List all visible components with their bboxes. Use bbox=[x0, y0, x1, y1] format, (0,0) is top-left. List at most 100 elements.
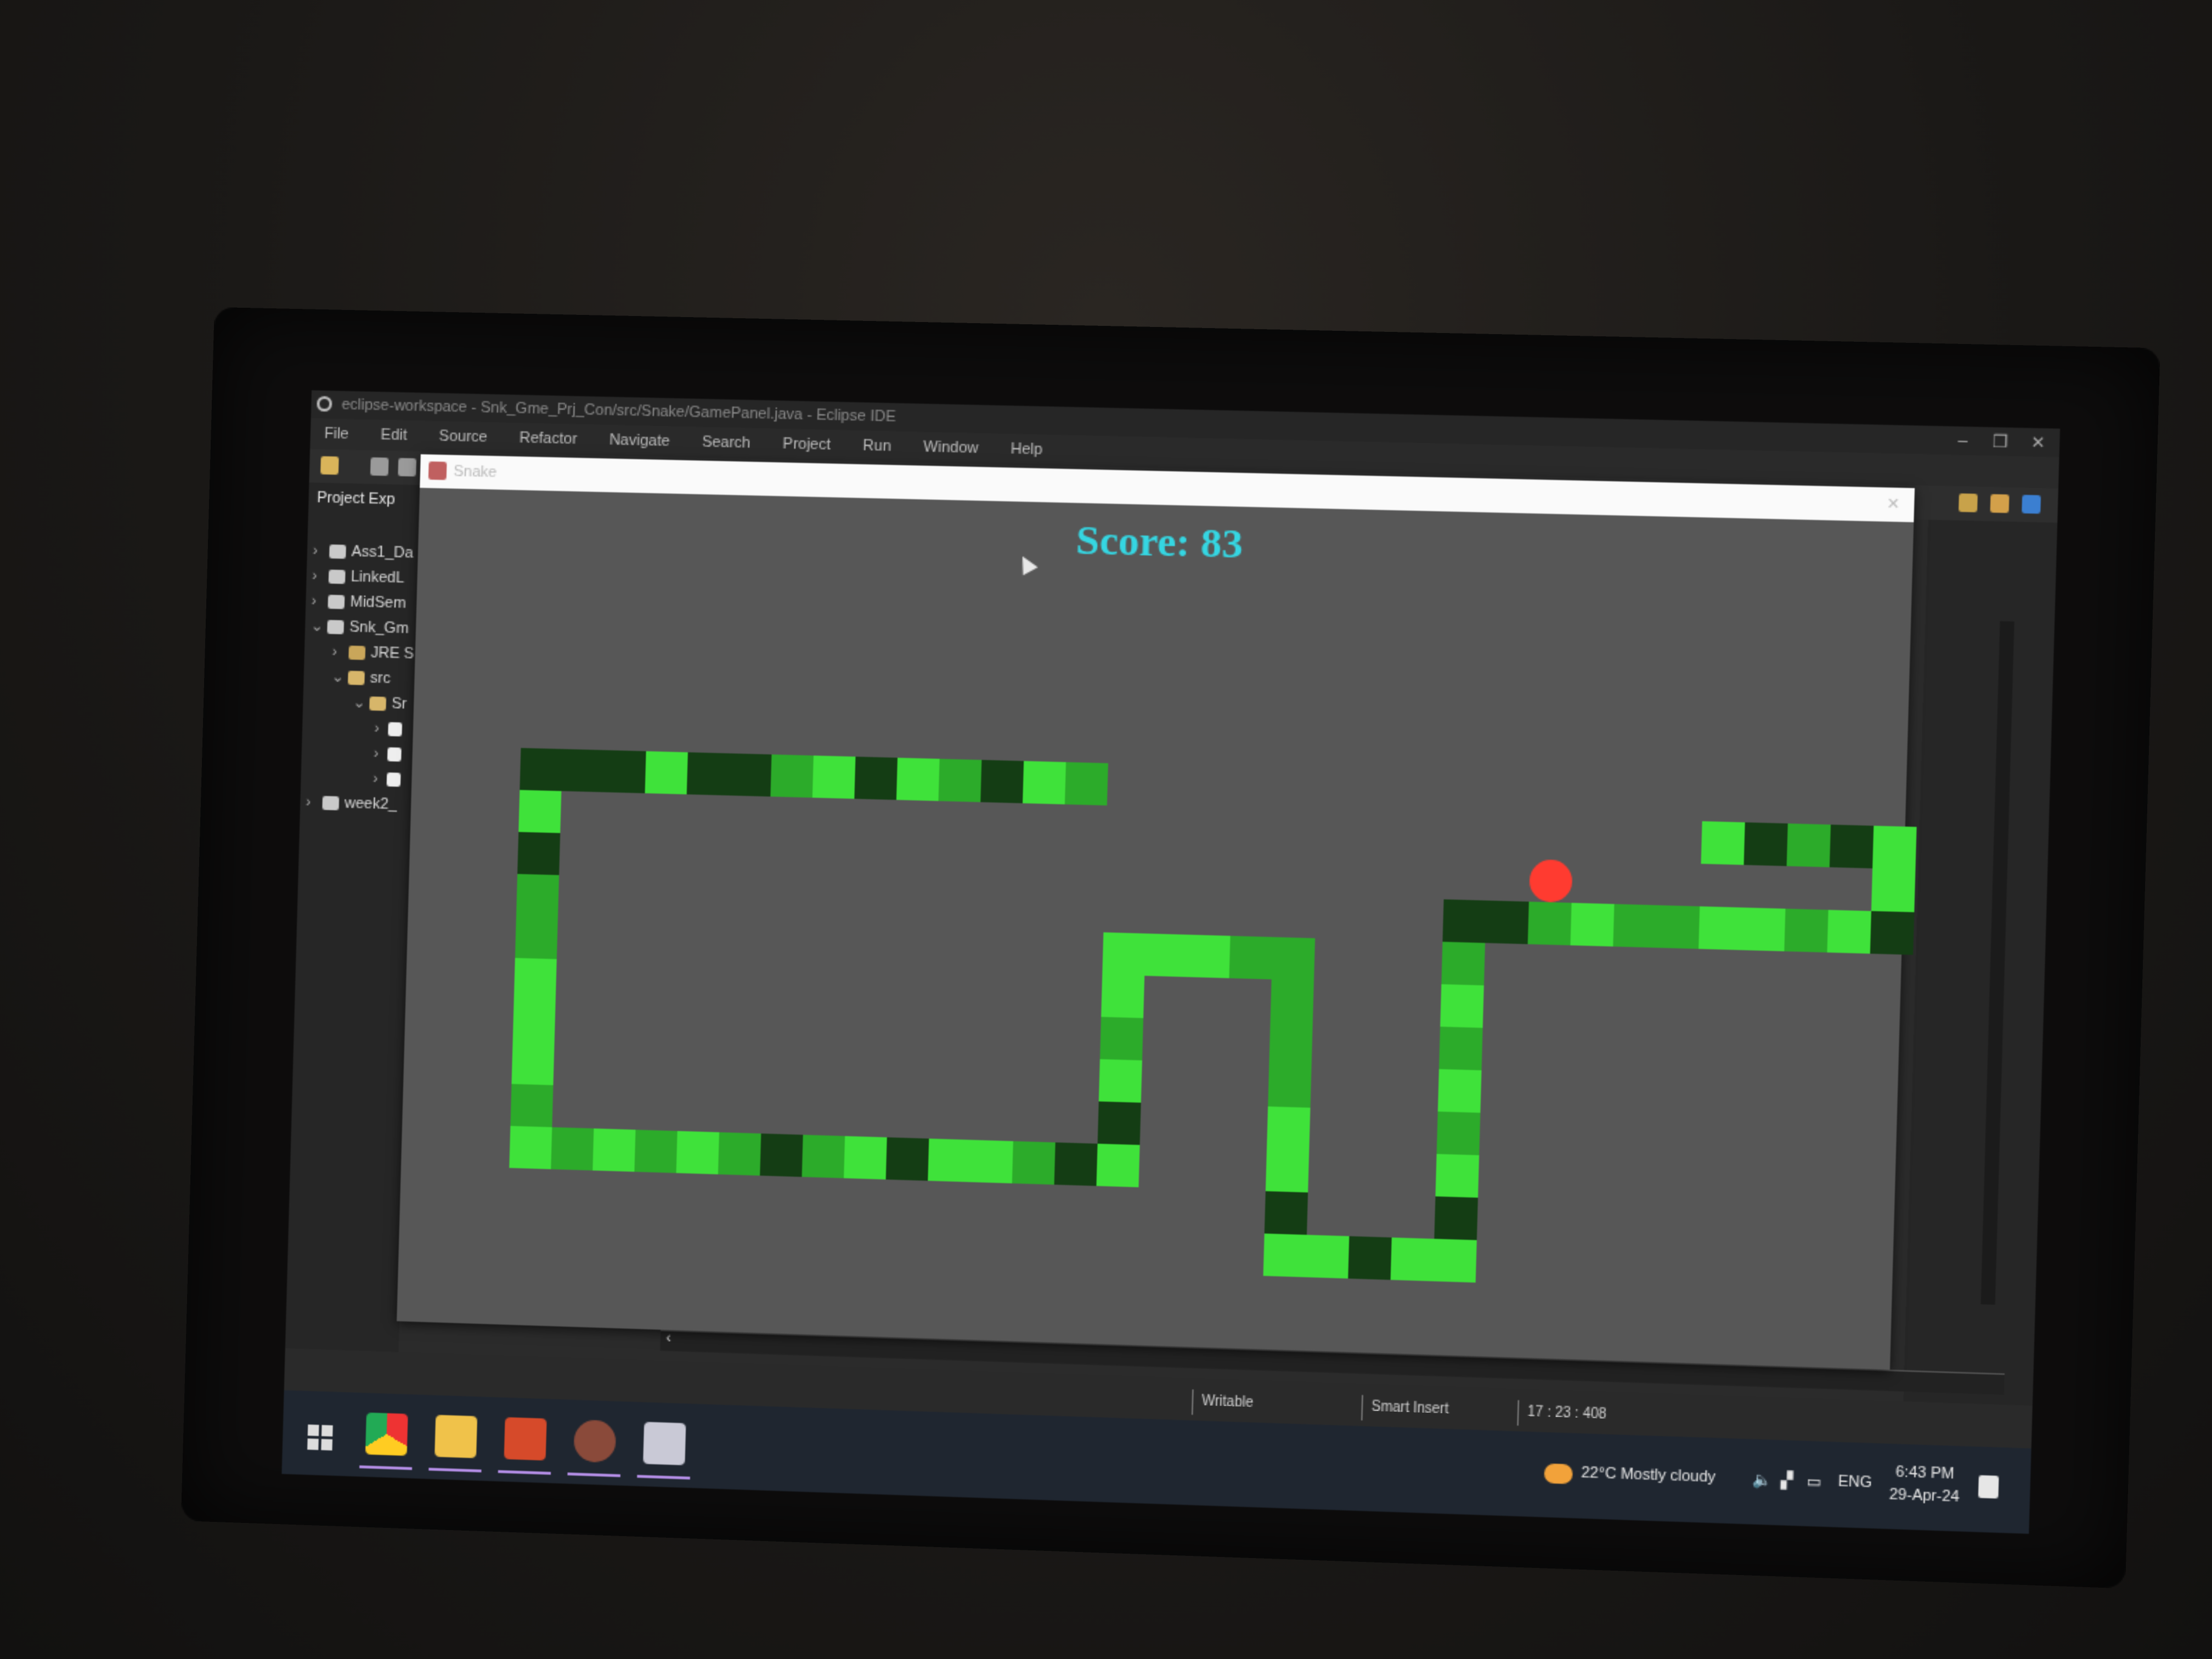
snake-segment bbox=[1269, 1022, 1313, 1065]
chevron-right-icon[interactable]: › bbox=[373, 766, 379, 792]
snake-segment bbox=[686, 752, 730, 795]
snake-segment bbox=[1265, 1149, 1310, 1193]
clock-date[interactable]: 29-Apr-24 bbox=[1889, 1486, 1960, 1505]
chrome-icon[interactable] bbox=[359, 1412, 413, 1470]
game-app-icon[interactable] bbox=[567, 1419, 620, 1477]
tree-item[interactable]: ⌄ Snk_Gm bbox=[305, 614, 419, 642]
tree-item[interactable]: › bbox=[301, 740, 415, 768]
clock-time[interactable]: 6:43 PM bbox=[1895, 1464, 1955, 1483]
snake-segment bbox=[511, 1042, 555, 1086]
snake-segment bbox=[676, 1131, 719, 1175]
chevron-right-icon[interactable]: › bbox=[306, 790, 312, 815]
perspective-icon[interactable] bbox=[1958, 493, 1978, 512]
tree-item[interactable]: › bbox=[302, 714, 416, 742]
menu-project[interactable]: Project bbox=[769, 428, 845, 461]
menu-source[interactable]: Source bbox=[425, 421, 501, 453]
powerpoint-icon[interactable] bbox=[498, 1417, 551, 1475]
chevron-down-icon[interactable]: ⌄ bbox=[331, 665, 345, 690]
snake-segment bbox=[634, 1130, 678, 1173]
snake-segment bbox=[885, 1137, 929, 1181]
minimize-button[interactable]: – bbox=[1957, 426, 1968, 455]
language-indicator[interactable]: ENG bbox=[1838, 1473, 1872, 1491]
game-board[interactable]: Score: 83 bbox=[397, 488, 1917, 1370]
tree-item[interactable]: › Ass1_Da bbox=[307, 538, 421, 566]
snake-segment bbox=[802, 1135, 845, 1178]
tree-item[interactable]: › MidSem bbox=[306, 589, 420, 617]
snake-segment bbox=[928, 1138, 972, 1182]
snake-segment bbox=[1437, 1069, 1482, 1113]
project-explorer-title[interactable]: Project Exp bbox=[308, 482, 422, 516]
network-icon[interactable]: ▞ bbox=[1781, 1471, 1793, 1491]
snake-segment bbox=[509, 1126, 552, 1170]
menu-edit[interactable]: Edit bbox=[366, 420, 421, 452]
snake-segment bbox=[1097, 1101, 1141, 1146]
menu-help[interactable]: Help bbox=[996, 433, 1057, 466]
menu-run[interactable]: Run bbox=[849, 430, 906, 462]
file-explorer-icon[interactable] bbox=[428, 1414, 482, 1472]
weather-text[interactable]: 22°C Mostly cloudy bbox=[1581, 1465, 1716, 1486]
menu-search[interactable]: Search bbox=[687, 427, 765, 459]
tree-item-label: LinkedL bbox=[350, 568, 405, 587]
save-all-icon[interactable] bbox=[398, 458, 417, 477]
tree-item[interactable]: › JRE S bbox=[304, 639, 418, 667]
snake-segment bbox=[1656, 905, 1700, 949]
snake-segment bbox=[1485, 900, 1529, 944]
snake-segment bbox=[1870, 911, 1915, 955]
chevron-right-icon[interactable]: › bbox=[312, 539, 318, 564]
chevron-right-icon[interactable]: › bbox=[312, 563, 318, 589]
chevron-right-icon[interactable]: › bbox=[373, 741, 379, 766]
editor-vertical-scrollbar[interactable] bbox=[1980, 621, 2015, 1305]
snake-segment bbox=[1271, 937, 1316, 981]
java-perspective-icon[interactable] bbox=[1990, 494, 2010, 514]
snake-segment bbox=[1101, 974, 1145, 1018]
chevron-right-icon[interactable]: › bbox=[311, 589, 317, 614]
snake-segment bbox=[728, 753, 772, 797]
chevron-right-icon[interactable]: › bbox=[332, 640, 338, 665]
notifications-icon[interactable] bbox=[1978, 1475, 1999, 1499]
snake-segment bbox=[1305, 1234, 1350, 1279]
chevron-down-icon[interactable]: ⌄ bbox=[311, 614, 324, 639]
tree-item[interactable]: › bbox=[301, 765, 415, 793]
maximize-button[interactable]: ❐ bbox=[1992, 427, 2008, 456]
snake-segment bbox=[515, 916, 558, 960]
snake-segment bbox=[1829, 825, 1874, 868]
monitor-bezel: eclipse-workspace - Snk_Gme_Prj_Con/src/… bbox=[180, 307, 2160, 1589]
snake-segment bbox=[896, 758, 940, 802]
scroll-left-icon[interactable]: ‹ bbox=[666, 1330, 672, 1347]
chevron-right-icon[interactable]: › bbox=[374, 716, 380, 741]
battery-icon[interactable]: ▭ bbox=[1806, 1472, 1821, 1491]
apple bbox=[1528, 859, 1573, 903]
snake-window-title: Snake bbox=[453, 463, 498, 482]
tree-item[interactable]: › week2_ bbox=[300, 790, 414, 818]
chevron-down-icon[interactable]: ⌄ bbox=[353, 691, 366, 716]
snake-segment bbox=[1187, 934, 1231, 979]
menu-file[interactable]: File bbox=[310, 418, 363, 450]
snake-segment bbox=[1268, 1064, 1312, 1108]
save-icon[interactable] bbox=[370, 457, 389, 476]
tree-item[interactable]: ⌄ Sr bbox=[303, 689, 417, 717]
weather-icon[interactable] bbox=[1544, 1463, 1573, 1485]
snake-segment bbox=[1099, 1017, 1144, 1060]
snake-segment bbox=[812, 755, 856, 799]
new-file-icon[interactable] bbox=[320, 456, 339, 475]
snake-game-window[interactable]: Snake ✕ Score: 83 bbox=[397, 454, 1917, 1370]
menu-window[interactable]: Window bbox=[909, 432, 993, 465]
tree-item[interactable]: › LinkedL bbox=[306, 563, 420, 591]
snake-segment bbox=[1741, 907, 1786, 951]
close-button[interactable]: ✕ bbox=[2030, 428, 2046, 457]
snake-segment bbox=[854, 757, 898, 800]
snake-close-button[interactable]: ✕ bbox=[1886, 488, 1900, 522]
windows-start-icon[interactable] bbox=[307, 1424, 333, 1451]
snake-segment bbox=[1270, 979, 1314, 1023]
tree-item[interactable]: ⌄ src bbox=[303, 664, 417, 692]
menu-navigate[interactable]: Navigate bbox=[595, 425, 684, 458]
snake-segment bbox=[1229, 935, 1273, 980]
menu-refactor[interactable]: Refactor bbox=[505, 422, 592, 455]
snake-segment bbox=[1102, 932, 1146, 976]
java-app-icon[interactable] bbox=[637, 1421, 690, 1480]
project-folder-icon bbox=[328, 595, 345, 610]
volume-icon[interactable]: 🔈 bbox=[1752, 1470, 1772, 1489]
snake-segment bbox=[1438, 1026, 1483, 1070]
debug-perspective-icon[interactable] bbox=[2022, 494, 2041, 514]
snake-segment bbox=[510, 1084, 554, 1127]
